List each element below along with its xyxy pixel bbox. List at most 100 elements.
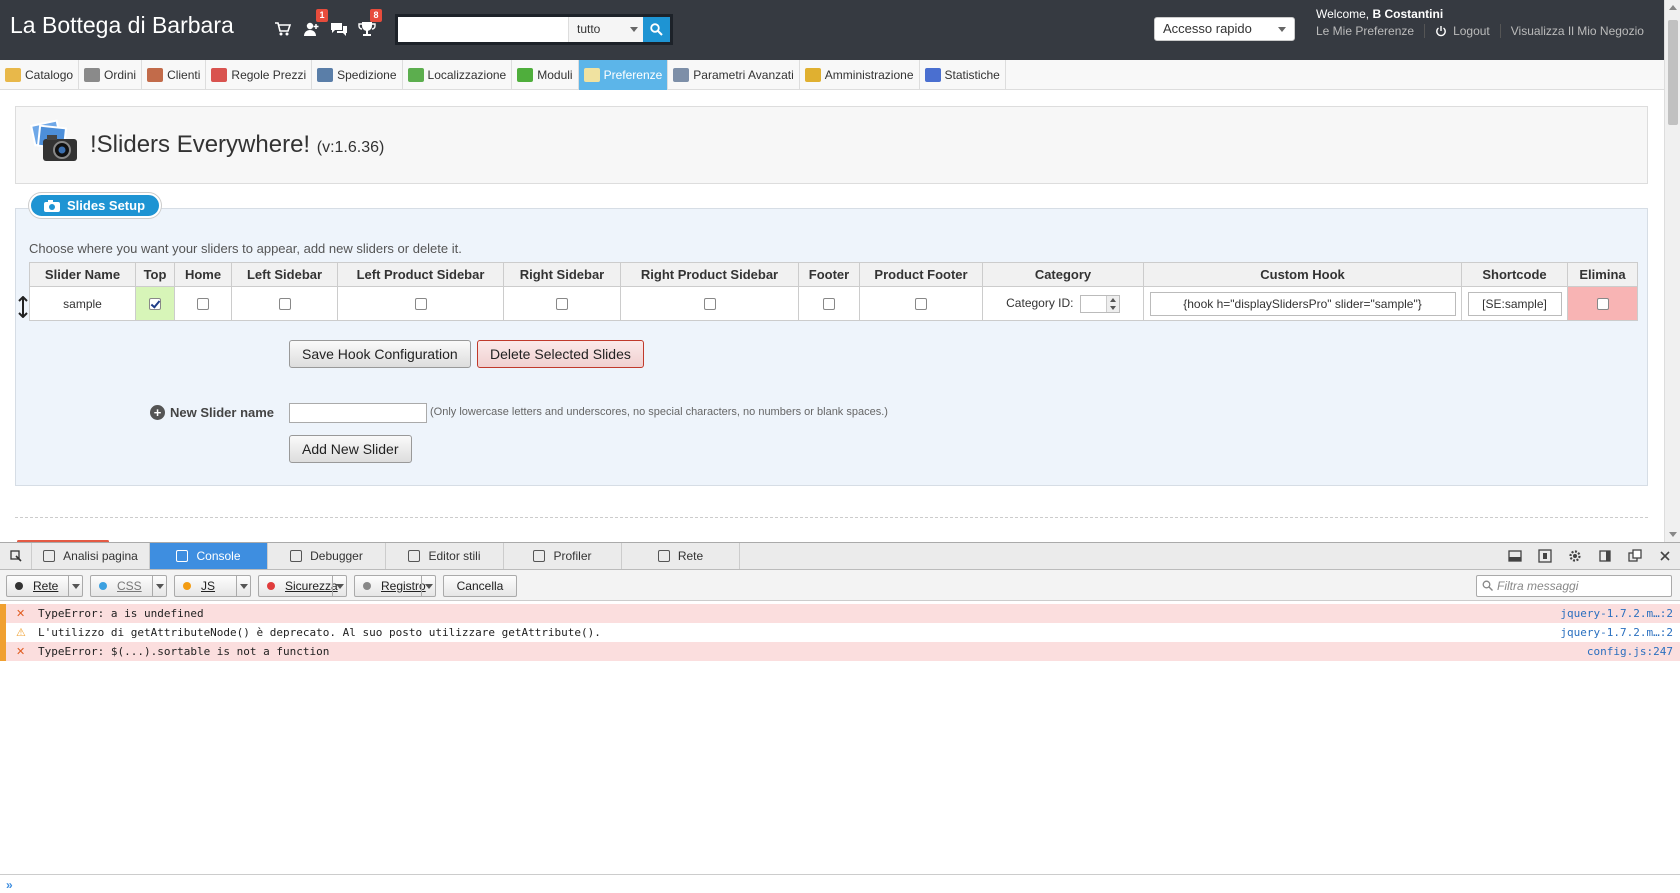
- tab-label: Rete: [677, 549, 704, 563]
- right-sidebar-checkbox[interactable]: [556, 298, 568, 311]
- cart-icon[interactable]: [274, 20, 292, 38]
- product-footer-checkbox[interactable]: [915, 298, 927, 311]
- dock-side-icon[interactable]: [1598, 549, 1612, 563]
- message-source-link[interactable]: jquery-1.7.2.m…:2: [1560, 623, 1673, 642]
- filter-rete-button[interactable]: Rete: [6, 575, 83, 597]
- filter-label: Registro: [381, 579, 426, 593]
- scrollbar-thumb[interactable]: [1668, 20, 1678, 125]
- spinner-arrows-icon[interactable]: [1105, 295, 1119, 312]
- filter-js-button[interactable]: JS: [174, 575, 251, 597]
- message-source-link[interactable]: jquery-1.7.2.m…:2: [1560, 604, 1673, 623]
- drag-handle-icon[interactable]: [18, 296, 28, 318]
- column-header-left-sidebar: Left Sidebar: [231, 262, 338, 287]
- top-checkbox[interactable]: [149, 298, 161, 311]
- page-scrollbar[interactable]: [1664, 0, 1680, 542]
- nav-item-localizzazione[interactable]: Localizzazione: [403, 60, 513, 90]
- chevron-down-icon[interactable]: [421, 576, 435, 596]
- console-prompt-icon: »: [6, 878, 13, 892]
- my-preferences-link[interactable]: Le Mie Preferenze: [1316, 24, 1414, 38]
- new-customers-icon[interactable]: [302, 20, 320, 38]
- delete-selected-slides-button[interactable]: Delete Selected Slides: [477, 340, 644, 368]
- close-icon[interactable]: [1658, 549, 1672, 563]
- console-message[interactable]: ✕ TypeError: a is undefined jquery-1.7.2.m…: [0, 604, 1680, 623]
- responsive-design-icon[interactable]: [1538, 549, 1552, 563]
- column-header-category: Category: [982, 262, 1144, 287]
- plus-icon: +: [150, 405, 165, 420]
- custom-hook-cell: {hook h="displaySlidersPro" slider="samp…: [1143, 286, 1462, 321]
- gear-icon[interactable]: [1568, 549, 1582, 563]
- logout-link[interactable]: Logout: [1453, 24, 1490, 38]
- message-source-link[interactable]: config.js:247: [1587, 642, 1673, 661]
- filter-sicurezza-button[interactable]: Sicurezza: [258, 575, 347, 597]
- top-header: La Bottega di Barbara 1 8 tutto Accesso …: [0, 0, 1664, 60]
- tab-analisi-pagina[interactable]: Analisi pagina: [32, 543, 150, 569]
- tab-console[interactable]: Console: [150, 543, 268, 569]
- trophy-icon[interactable]: [358, 20, 376, 38]
- console-message[interactable]: ⚠ L'utilizzo di getAttributeNode() è depr…: [0, 623, 1680, 642]
- debugger-icon: [290, 550, 303, 562]
- category-id-stepper[interactable]: [1079, 294, 1120, 313]
- chevron-down-icon[interactable]: [332, 576, 346, 596]
- chevron-down-icon[interactable]: [236, 576, 250, 596]
- message-text: L'utilizzo di getAttributeNode() è depre…: [38, 626, 601, 639]
- shop-name[interactable]: La Bottega di Barbara: [10, 12, 234, 39]
- save-hook-configuration-button[interactable]: Save Hook Configuration: [289, 340, 471, 368]
- tab-rete[interactable]: Rete: [622, 543, 740, 569]
- scroll-down-icon[interactable]: [1669, 532, 1677, 537]
- clear-console-button[interactable]: Cancella: [443, 575, 517, 597]
- style-editor-icon: [408, 550, 421, 562]
- page-content: !Sliders Everywhere! (v:1.6.36) Slides S…: [0, 91, 1664, 542]
- nav-item-statistiche[interactable]: Statistiche: [920, 60, 1006, 90]
- tab-profiler[interactable]: Profiler: [504, 543, 622, 569]
- nav-item-catalogo[interactable]: Catalogo: [0, 60, 80, 90]
- console-message[interactable]: ✕ TypeError: $(...).sortable is not a fun…: [0, 642, 1680, 661]
- delete-checkbox[interactable]: [1596, 298, 1609, 311]
- nav-item-amministrazione[interactable]: Amministrazione: [800, 60, 920, 90]
- price-rules-icon: [211, 68, 228, 82]
- element-picker-button[interactable]: [0, 543, 32, 569]
- column-header-elimina: Elimina: [1567, 262, 1638, 287]
- tab-label: Debugger: [310, 549, 363, 563]
- nav-item-regole-prezzi[interactable]: Regole Prezzi: [206, 60, 313, 90]
- add-new-slider-button[interactable]: Add New Slider: [289, 435, 412, 463]
- custom-hook-field[interactable]: {hook h="displaySlidersPro" slider="samp…: [1149, 291, 1456, 316]
- messages-icon[interactable]: [330, 20, 348, 38]
- tab-debugger[interactable]: Debugger: [268, 543, 386, 569]
- quick-access-select[interactable]: Accesso rapido: [1154, 17, 1295, 41]
- filter-registro-button[interactable]: Registro: [354, 575, 436, 597]
- network-icon: [657, 550, 670, 562]
- chevron-down-icon[interactable]: [152, 576, 166, 596]
- category-id-label: Category ID:: [1006, 295, 1074, 310]
- split-console-icon[interactable]: [1508, 549, 1522, 563]
- table-row: sample Category ID: {hook h="displaySlid…: [29, 286, 1638, 321]
- search-button[interactable]: [643, 17, 670, 42]
- home-checkbox[interactable]: [197, 298, 209, 311]
- footer-checkbox[interactable]: [823, 298, 835, 311]
- new-slider-name-input[interactable]: [289, 403, 427, 423]
- nav-item-ordini[interactable]: Ordini: [79, 60, 143, 90]
- slides-table: Slider Name Top Home Left Sidebar Left Produ…: [29, 262, 1638, 321]
- nav-item-spedizione[interactable]: Spedizione: [312, 60, 403, 90]
- nav-item-preferenze[interactable]: Preferenze: [578, 60, 669, 90]
- right-product-sidebar-checkbox[interactable]: [703, 298, 716, 311]
- column-header-slider-name: Slider Name: [29, 262, 136, 287]
- nav-item-parametri-avanzati[interactable]: Parametri Avanzati: [668, 60, 800, 90]
- undock-icon[interactable]: [1628, 549, 1642, 563]
- filter-messages-input[interactable]: Filtra messaggi: [1476, 575, 1672, 597]
- tab-editor-stili[interactable]: Editor stili: [386, 543, 504, 569]
- nav-item-moduli[interactable]: Moduli: [512, 60, 579, 90]
- nav-item-clienti[interactable]: Clienti: [142, 60, 207, 90]
- search-scope-select[interactable]: tutto: [568, 17, 643, 42]
- quick-access-label: Accesso rapido: [1163, 21, 1252, 36]
- shortcode-field[interactable]: [SE:sample]: [1467, 291, 1562, 316]
- left-product-sidebar-checkbox[interactable]: [414, 298, 427, 311]
- globe-icon: [407, 68, 424, 82]
- chevron-down-icon[interactable]: [68, 576, 82, 596]
- slider-name-cell: sample: [29, 286, 136, 321]
- view-shop-link[interactable]: Visualizza Il Mio Negozio: [1511, 24, 1644, 38]
- left-sidebar-checkbox[interactable]: [278, 298, 291, 311]
- filter-css-button[interactable]: CSS: [90, 575, 167, 597]
- scroll-up-icon[interactable]: [1669, 5, 1677, 10]
- console-input[interactable]: »: [0, 874, 1680, 893]
- search-input[interactable]: [398, 17, 568, 42]
